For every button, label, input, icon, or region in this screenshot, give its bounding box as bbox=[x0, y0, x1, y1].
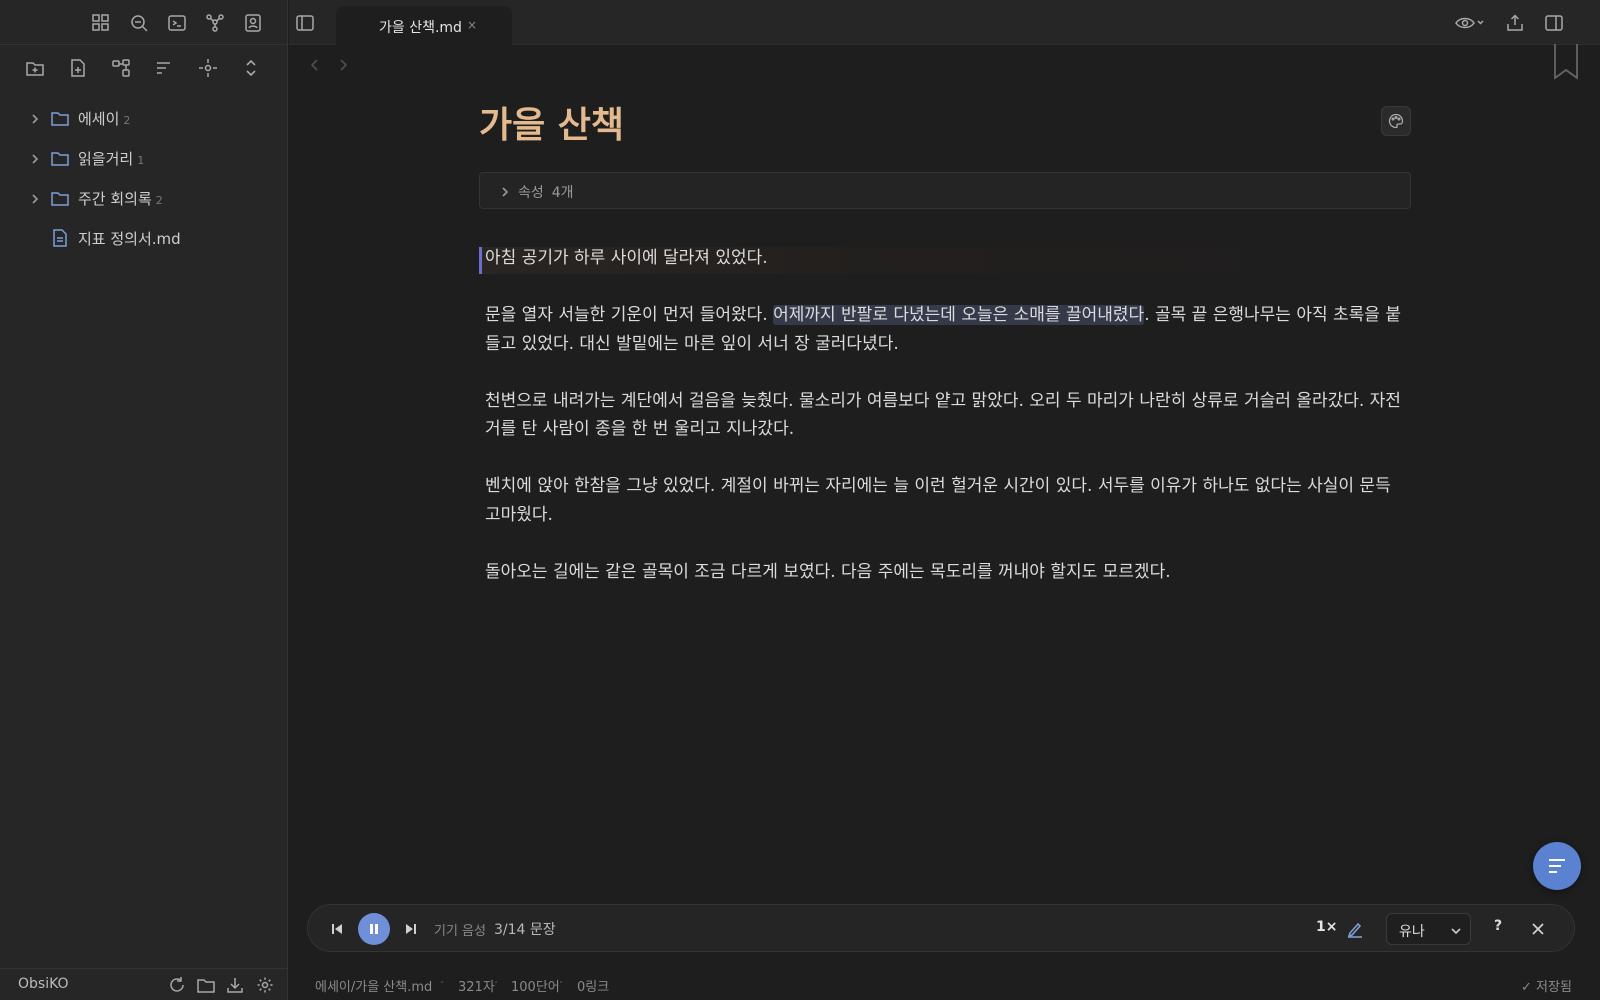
pause-icon bbox=[370, 924, 378, 934]
status-separator: · bbox=[440, 976, 445, 991]
tab-close-icon[interactable]: × bbox=[467, 18, 477, 32]
download-icon[interactable] bbox=[224, 974, 246, 996]
graph-icon[interactable] bbox=[203, 11, 227, 35]
status-separator: · bbox=[559, 976, 564, 991]
explorer-toolbar bbox=[0, 45, 288, 90]
file-label: 지표 정의서.md bbox=[78, 230, 181, 248]
folder-icon bbox=[50, 108, 70, 128]
contact-icon[interactable] bbox=[241, 11, 265, 35]
tab-label: 가을 산책.md bbox=[379, 20, 462, 36]
reveal-active-icon[interactable] bbox=[196, 56, 220, 80]
text-cursor bbox=[479, 247, 482, 274]
toggle-sidebar-icon[interactable] bbox=[293, 11, 317, 35]
paragraph[interactable]: 문을 열자 서늘한 기운이 먼저 들어왔다. 어제까지 반팔로 다녔는데 오늘은… bbox=[485, 301, 1411, 358]
folder-item[interactable]: 에세이 2 bbox=[0, 98, 288, 138]
terminal-icon[interactable] bbox=[165, 11, 189, 35]
tab-bar: 가을 산책.md × bbox=[289, 0, 1600, 45]
folder-count: 2 bbox=[155, 194, 163, 207]
file-tree: 에세이 2 읽을거리 1 주간 회의록 2 지표 정의서.md bbox=[0, 98, 288, 258]
status-bar: 에세이/가을 산책.md · 321자 · 100단어 · 0링크 ✓ 저장됨 bbox=[289, 968, 1600, 1000]
paragraph[interactable]: 벤치에 앉아 한참을 그냥 있었다. 계절이 바뀌는 자리에는 늘 이런 헐거운… bbox=[485, 472, 1411, 529]
speed-button[interactable]: 1× bbox=[1316, 919, 1337, 935]
folder-open-icon[interactable] bbox=[195, 974, 217, 996]
chevron-right-icon[interactable] bbox=[28, 191, 42, 205]
folder-label: 읽을거리 bbox=[78, 150, 134, 168]
grid-icon[interactable] bbox=[89, 11, 113, 35]
tts-highlighted-sentence: 어제까지 반팔로 다녔는데 오늘은 소매를 끌어내렸다 bbox=[773, 305, 1145, 325]
paragraph-text: 문을 열자 서늘한 기운이 먼저 들어왔다. bbox=[485, 305, 774, 325]
search-icon[interactable] bbox=[127, 11, 151, 35]
reading-view-eye-icon[interactable] bbox=[1450, 11, 1490, 35]
folder-count: 1 bbox=[137, 154, 145, 167]
file-explorer-sidebar: 에세이 2 읽을거리 1 주간 회의록 2 지표 정의서.md ObsiKO bbox=[0, 0, 288, 1000]
next-sentence-icon[interactable] bbox=[400, 918, 422, 940]
help-button[interactable]: ? bbox=[1494, 918, 1502, 934]
note-title[interactable]: 가을 산책 bbox=[479, 96, 624, 148]
chevron-right-icon[interactable] bbox=[498, 184, 512, 198]
voice-select[interactable]: 유나 bbox=[1386, 913, 1471, 945]
folder-item[interactable]: 읽을거리 1 bbox=[0, 138, 288, 178]
editor-pane: 가을 산책.md × 가을 산책 속성 4개 아침 공기가 하루 사이에 달라져 … bbox=[289, 0, 1600, 1000]
settings-gear-icon[interactable] bbox=[254, 974, 276, 996]
previous-sentence-icon[interactable] bbox=[326, 918, 348, 940]
new-folder-icon[interactable] bbox=[23, 56, 47, 80]
paragraph[interactable]: 돌아오는 길에는 같은 골목이 조금 다르게 보였다. 다음 주에는 목도리를 … bbox=[485, 558, 1411, 587]
status-path[interactable]: 에세이/가을 산책.md bbox=[315, 976, 432, 995]
palette-icon[interactable] bbox=[1381, 106, 1411, 136]
share-icon[interactable] bbox=[1503, 11, 1527, 35]
properties-count: 4개 bbox=[551, 185, 574, 201]
folder-icon bbox=[50, 188, 70, 208]
outline-fab-button[interactable] bbox=[1533, 842, 1581, 890]
properties-label: 속성 bbox=[518, 185, 544, 201]
highlight-pen-icon[interactable] bbox=[1344, 918, 1366, 940]
vault-footer: ObsiKO bbox=[0, 968, 288, 1000]
vault-name[interactable]: ObsiKO bbox=[18, 976, 69, 992]
nav-forward-icon[interactable] bbox=[334, 56, 352, 74]
status-words: 100단어 bbox=[511, 980, 560, 995]
sort-icon[interactable] bbox=[152, 56, 176, 80]
file-icon bbox=[50, 228, 70, 248]
canvas-icon[interactable] bbox=[109, 56, 133, 80]
paragraph[interactable]: 천변으로 내려가는 계단에서 걸음을 늦췄다. 물소리가 여름보다 얕고 맑았다… bbox=[485, 387, 1411, 444]
nav-back-icon[interactable] bbox=[306, 56, 324, 74]
toggle-right-sidebar-icon[interactable] bbox=[1542, 11, 1566, 35]
folder-label: 주간 회의록 bbox=[78, 190, 152, 208]
paragraph-text: 아침 공기가 하루 사이에 달라져 있었다. bbox=[485, 248, 768, 268]
refresh-icon[interactable] bbox=[166, 974, 188, 996]
folder-label: 에세이 bbox=[78, 110, 120, 128]
folder-icon bbox=[50, 148, 70, 168]
sidebar-ribbon bbox=[0, 0, 288, 45]
voice-value: 유나 bbox=[1399, 924, 1425, 940]
collapse-all-icon[interactable] bbox=[239, 56, 263, 80]
tts-progress: 3/14 문장 bbox=[494, 922, 556, 938]
tab-active-note[interactable]: 가을 산책.md × bbox=[336, 6, 512, 45]
status-chars: 321자 bbox=[458, 980, 495, 995]
status-links: 0링크 bbox=[577, 980, 610, 995]
tts-player: 기기 음성 3/14 문장 1× 유나 ? bbox=[307, 904, 1575, 952]
close-icon[interactable] bbox=[1527, 918, 1549, 940]
properties-panel[interactable]: 속성 4개 bbox=[479, 172, 1411, 209]
bookmark-icon[interactable] bbox=[1553, 44, 1579, 80]
file-item[interactable]: 지표 정의서.md bbox=[0, 218, 288, 258]
folder-item[interactable]: 주간 회의록 2 bbox=[0, 178, 288, 218]
pause-button[interactable] bbox=[358, 913, 390, 945]
tts-source: 기기 음성 bbox=[434, 924, 486, 939]
chevron-down-icon bbox=[1449, 923, 1463, 937]
chevron-right-icon[interactable] bbox=[28, 151, 42, 165]
status-saved: ✓ 저장됨 bbox=[1521, 980, 1572, 995]
folder-count: 2 bbox=[123, 114, 131, 127]
paragraph[interactable]: 아침 공기가 하루 사이에 달라져 있었다. bbox=[479, 244, 1411, 274]
chevron-right-icon[interactable] bbox=[28, 111, 42, 125]
status-separator: · bbox=[494, 976, 499, 991]
outline-icon bbox=[1549, 859, 1565, 873]
note-body[interactable]: 아침 공기가 하루 사이에 달라져 있었다. 문을 열자 서늘한 기운이 먼저 … bbox=[479, 244, 1411, 615]
new-note-icon[interactable] bbox=[66, 56, 90, 80]
